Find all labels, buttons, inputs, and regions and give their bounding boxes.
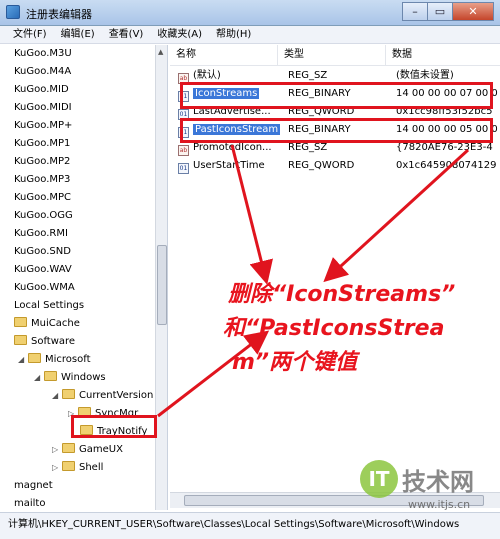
tree-item[interactable]: KuGoo.M4A [14,63,71,80]
tree-item[interactable]: KuGoo.OGG [14,207,73,224]
tree-item[interactable]: KuGoo.MID [14,81,69,98]
annotation-line-2: 和“PastIconsStrea [223,316,445,341]
folder-icon [44,371,57,381]
menu-file[interactable]: 文件(F) [6,26,54,43]
tree-item[interactable]: KuGoo.MP2 [14,153,70,170]
tree-item[interactable]: KuGoo.WAV [14,261,72,278]
tree-item-microsoft[interactable]: ◢ Microsoft [18,351,91,368]
annotation-line-3: m”两个键值 [232,350,358,375]
header-divider [170,65,500,66]
folder-icon [14,335,27,345]
expand-arrow-icon[interactable]: ▷ [52,441,60,458]
menu-favorites[interactable]: 收藏夹(A) [150,26,209,43]
collapse-arrow-icon[interactable]: ◢ [34,369,42,386]
title-bar: 注册表编辑器 – ▭ ✕ [0,0,500,26]
window-controls: – ▭ ✕ [402,2,494,22]
collapse-arrow-icon[interactable]: ◢ [52,387,60,404]
close-button[interactable]: ✕ [452,2,494,21]
tree-item[interactable]: KuGoo.WMA [14,279,75,296]
collapse-arrow-icon[interactable]: ◢ [18,351,26,368]
watermark-url: www.itjs.cn [408,498,471,511]
tree-item-mailto[interactable]: mailto [14,495,45,510]
expand-arrow-icon[interactable]: ▷ [52,459,60,476]
minimize-button[interactable]: – [402,2,428,21]
registry-tree[interactable]: KuGoo.M3U KuGoo.M4A KuGoo.MID KuGoo.MIDI… [0,45,168,510]
highlight-box-traynotify [71,415,157,438]
scroll-thumb[interactable] [157,245,167,325]
tree-item[interactable]: KuGoo.SND [14,243,71,260]
annotation-line-1: 删除“IconStreams” [228,282,456,307]
tree-item[interactable]: KuGoo.RMI [14,225,68,242]
tree-item-software[interactable]: Software [14,333,75,350]
menu-view[interactable]: 查看(V) [102,26,151,43]
tree-item[interactable]: KuGoo.MPC [14,189,71,206]
status-bar-path: 计算机\HKEY_CURRENT_USER\Software\Classes\L… [0,512,500,539]
column-header-type[interactable]: 类型 [278,45,386,65]
tree-item-current-version[interactable]: ◢ CurrentVersion [52,387,153,404]
tree-item-shell[interactable]: ▷ Shell [52,459,103,476]
menu-edit[interactable]: 编辑(E) [54,26,102,43]
regedit-app-icon [6,5,20,19]
folder-icon [62,461,75,471]
menu-help[interactable]: 帮助(H) [209,26,258,43]
tree-vertical-scrollbar[interactable]: ▲ [155,45,167,510]
scroll-up-arrow-icon[interactable]: ▲ [158,48,163,56]
tree-item-local-settings[interactable]: Local Settings [14,297,84,314]
tree-item[interactable]: KuGoo.M3U [14,45,72,62]
maximize-button[interactable]: ▭ [427,2,453,21]
logo-icon: IT [360,460,398,498]
tree-item-windows[interactable]: ◢ Windows [34,369,106,386]
values-list[interactable]: 名称 类型 数据 ab (默认) REG_SZ (数值未设置) 01 IconStr… [170,45,500,510]
watermark-logo: IT 技术网 www.itjs.cn [360,458,500,514]
folder-icon [14,317,27,327]
menu-bar: 文件(F) 编辑(E) 查看(V) 收藏夹(A) 帮助(H) [0,26,500,44]
tree-item[interactable]: KuGoo.MP1 [14,135,70,152]
tree-item[interactable]: KuGoo.MIDI [14,99,72,116]
folder-icon [62,443,75,453]
string-value-icon: ab [178,145,189,156]
highlight-box-iconstreams [180,82,493,109]
folder-icon [28,353,41,363]
column-header-name[interactable]: 名称 [170,45,278,65]
window-title: 注册表编辑器 [26,8,92,21]
tree-item[interactable]: KuGoo.MP3 [14,171,70,188]
binary-value-icon: 01 [178,163,189,174]
column-header-data[interactable]: 数据 [386,45,500,65]
folder-icon [62,389,75,399]
watermark-name: 技术网 [402,468,474,496]
highlight-box-pasticonsstream [180,118,493,143]
tree-item-muicache[interactable]: MuiCache [14,315,80,332]
tree-item-gameux[interactable]: ▷ GameUX [52,441,123,458]
tree-item[interactable]: KuGoo.MP+ [14,117,72,134]
tree-item-magnet[interactable]: magnet [14,477,53,494]
value-row[interactable]: 01 UserStartTime REG_QWORD 0x1c6459080741… [178,157,500,174]
